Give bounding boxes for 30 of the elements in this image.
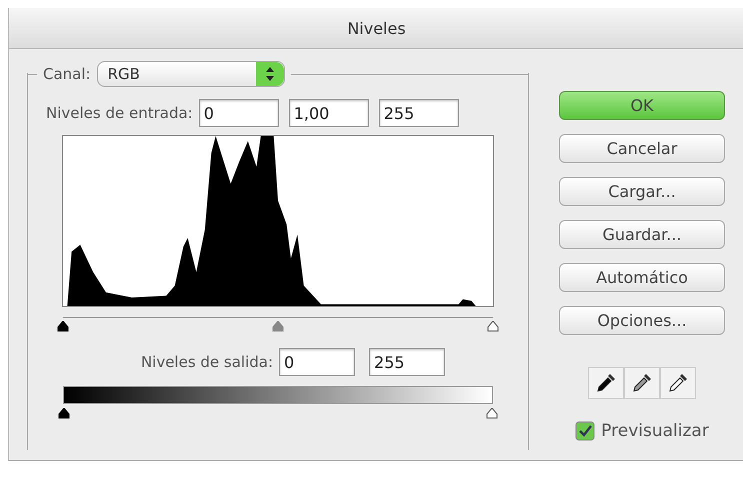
dialog-button[interactable]: Cancelar — [559, 134, 725, 163]
dialog-button[interactable]: Guardar... — [559, 220, 725, 249]
slider-handle[interactable] — [58, 408, 70, 419]
output-level-field[interactable]: 0 — [279, 348, 356, 376]
eyedropper-icon — [631, 372, 653, 394]
output-levels-label: Niveles de salida: — [140, 353, 274, 371]
slider-handle[interactable] — [272, 321, 284, 332]
slider-handle[interactable] — [57, 321, 69, 332]
slider-handle[interactable] — [486, 408, 498, 419]
preview-checkbox[interactable] — [575, 421, 596, 441]
eyedropper-icon — [667, 372, 689, 394]
dialog-button[interactable]: Automático — [559, 263, 725, 292]
preview-label: Previsualizar — [601, 421, 709, 441]
output-level-field[interactable]: 255 — [369, 348, 446, 376]
dialog-button[interactable]: OK — [559, 91, 725, 120]
input-levels-label: Niveles de entrada: — [46, 104, 193, 122]
dialog-button[interactable]: Opciones... — [559, 306, 725, 335]
channel-select[interactable]: RGB — [96, 61, 285, 87]
input-level-field[interactable]: 255 — [378, 99, 459, 127]
slider-handle[interactable] — [487, 321, 499, 332]
channel-label: Canal: — [43, 65, 91, 83]
eyedropper-button[interactable] — [660, 367, 696, 399]
window-title: Niveles — [347, 18, 406, 38]
input-level-field[interactable]: 1,00 — [288, 99, 369, 127]
input-level-field[interactable]: 0 — [198, 99, 279, 127]
eyedropper-icon — [595, 372, 617, 394]
dialog-button[interactable]: Cargar... — [559, 177, 725, 206]
stepper-icon — [256, 62, 284, 86]
eyedropper-button[interactable] — [588, 367, 624, 399]
eyedropper-button[interactable] — [624, 367, 660, 399]
